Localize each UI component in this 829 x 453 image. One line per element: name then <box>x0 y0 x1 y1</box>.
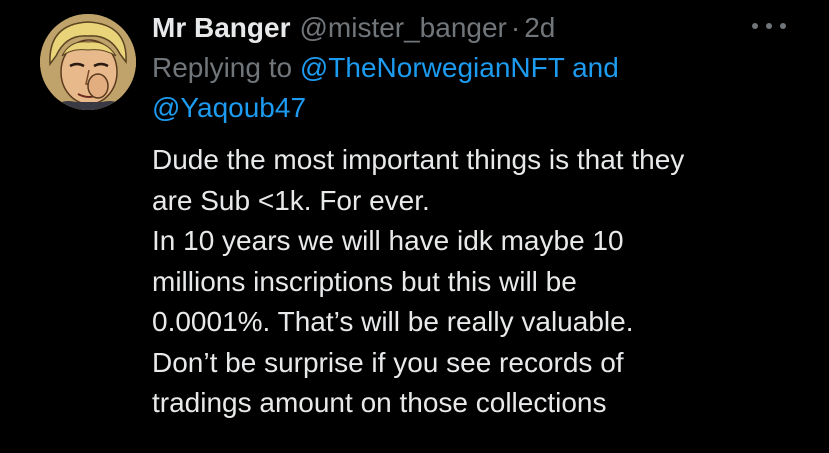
tweet-text: Dude the most important things is that t… <box>152 140 792 424</box>
more-horizontal-icon[interactable] <box>752 16 786 36</box>
tweet-content: Mr Banger @mister_banger · 2d Replying t… <box>152 8 812 424</box>
mention-link[interactable]: @Yaqoub47 <box>152 92 306 123</box>
mention-link[interactable]: @TheNorwegianNFT <box>300 52 564 83</box>
separator-dot: · <box>510 12 521 43</box>
more-dot <box>766 23 772 29</box>
tweet-text-line: Don’t be surprise if you see records of <box>152 346 624 378</box>
tweet-text-line: tradings amount on those collections <box>152 387 607 418</box>
more-dot <box>752 23 758 29</box>
more-dot <box>780 23 786 29</box>
tweet-header: Mr Banger @mister_banger · 2d <box>152 8 812 48</box>
user-handle[interactable]: @mister_banger <box>299 12 506 44</box>
tweet-text-line: 0.0001%. That’s will be really valuable. <box>152 306 634 337</box>
tweet[interactable]: Mr Banger @mister_banger · 2d Replying t… <box>0 0 829 453</box>
tweet-text-line: Dude the most important things is that t… <box>152 144 685 175</box>
avatar-illustration <box>40 14 136 110</box>
and-word[interactable]: and <box>572 52 619 83</box>
display-name[interactable]: Mr Banger <box>152 12 290 44</box>
timestamp[interactable]: 2d <box>524 12 555 44</box>
tweet-text-line: are Sub <1k. For ever. <box>152 184 430 216</box>
tweet-text-line: millions inscriptions but this will be <box>152 265 577 297</box>
avatar[interactable] <box>40 14 136 110</box>
replying-to-label: Replying to <box>152 52 293 83</box>
replying-to: Replying to @TheNorwegianNFT and @Yaqoub… <box>152 48 712 128</box>
tweet-text-line: In 10 years we will have idk maybe 10 <box>152 225 624 256</box>
